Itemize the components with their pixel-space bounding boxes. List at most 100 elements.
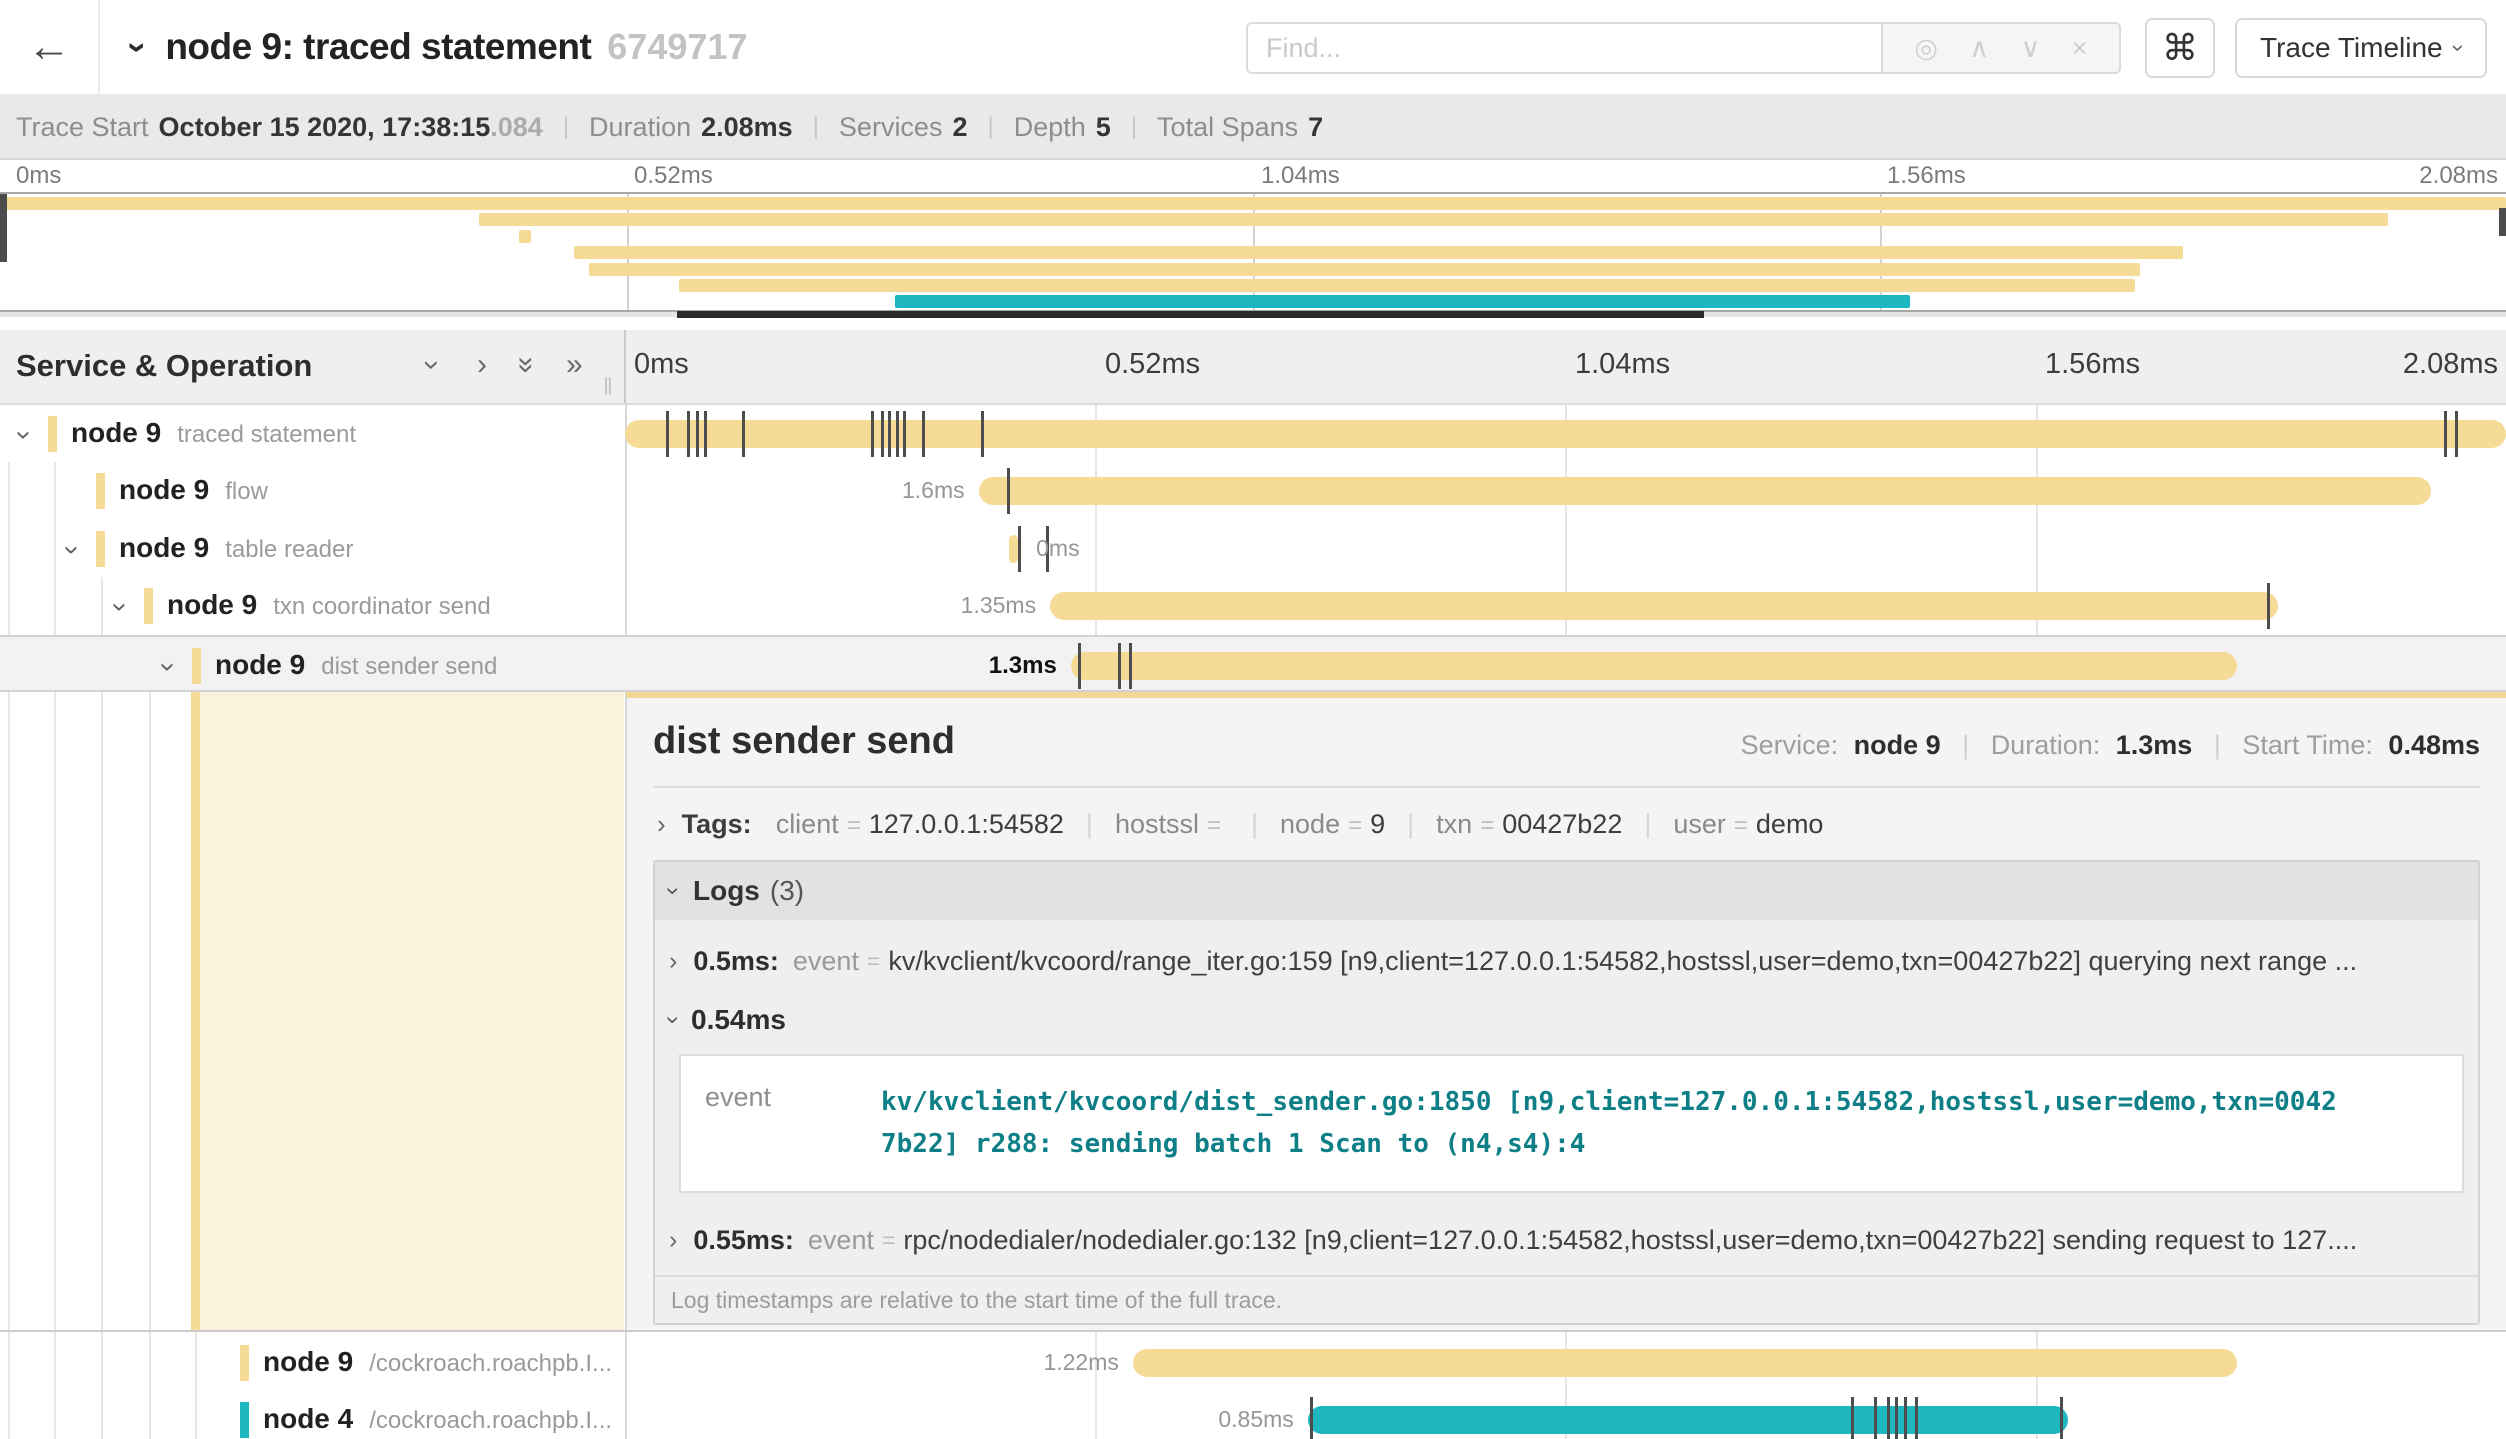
axis-tick-2: 1.04ms <box>1575 348 1670 381</box>
tags-accordion[interactable]: › Tags: client=127.0.0.1:54582|hostssl=|… <box>653 788 2480 860</box>
keyboard-shortcuts-button[interactable]: ⌘ <box>2145 18 2215 78</box>
trace-id-short: 6749717 <box>607 26 747 68</box>
span-detail-panel: dist sender send Service: node 9 | Durat… <box>625 692 2506 1330</box>
log-marker-tick <box>871 411 874 457</box>
tag-item: node=9 <box>1280 809 1385 840</box>
back-button[interactable]: ← <box>0 0 100 94</box>
span-operation-name: dist sender send <box>321 653 497 680</box>
minimap-span-bar <box>479 213 2389 226</box>
axis-tick-1: 0.52ms <box>1105 348 1200 381</box>
locate-match-icon[interactable]: ◎ <box>1914 33 1938 64</box>
minimap-right-drag-handle[interactable] <box>2499 208 2506 236</box>
logs-accordion-header[interactable]: › Logs (3) <box>655 862 2478 920</box>
log-marker-tick <box>1904 1397 1907 1439</box>
column-resizer-grip[interactable]: ‖ <box>603 374 615 402</box>
span-duration-bar[interactable] <box>1009 535 1018 563</box>
span-detail-header: dist sender send Service: node 9 | Durat… <box>653 698 2480 788</box>
expander-chevron-icon[interactable]: › <box>9 430 41 439</box>
summary-item-value: 2.08ms <box>701 112 793 143</box>
span-duration-bar[interactable] <box>1308 1406 2068 1434</box>
expand-deep-icon[interactable]: » <box>566 348 583 382</box>
span-duration-label: 1.22ms <box>1043 1334 1118 1391</box>
log-marker-tick <box>881 411 884 457</box>
log-entry-expanded-header[interactable]: › 0.54ms <box>655 992 2478 1048</box>
span-row-traced-statement[interactable]: › node 9traced statement <box>0 405 2506 462</box>
span-color-bar <box>96 531 105 567</box>
span-row--cockroach-roachpb-i-[interactable]: node 9/cockroach.roachpb.I... 1.22ms <box>0 1334 2506 1391</box>
span-row-flow[interactable]: node 9flow1.6ms <box>0 462 2506 519</box>
span-service-name: node 9traced statement <box>71 417 356 449</box>
expander-chevron-icon[interactable]: › <box>153 662 185 671</box>
span-duration-bar[interactable] <box>1050 592 2278 620</box>
span-rows-top: ›node 9traced statementnode 9flow1.6ms›n… <box>0 405 2506 692</box>
span-row--cockroach-roachpb-i-[interactable]: node 4/cockroach.roachpb.I... 0.85ms <box>0 1391 2506 1439</box>
minimap-axis-label: 1.56ms <box>1887 162 1966 190</box>
summary-item-label: Services <box>839 112 943 143</box>
span-operation-name: flow <box>225 478 268 505</box>
service-label: Service: <box>1741 730 1839 760</box>
start-time-label: Start Time: <box>2242 730 2373 760</box>
start-time-value: 0.48ms <box>2388 730 2480 760</box>
trace-view-select[interactable]: Trace Timeline › <box>2235 18 2487 78</box>
span-service-name: node 4/cockroach.roachpb.I... <box>263 1403 612 1435</box>
top-bar: ← › node 9: traced statement 6749717 ◎ ∧… <box>0 0 2506 96</box>
tree-guide-line <box>101 692 103 1330</box>
summary-item-suffix: .084 <box>490 112 543 143</box>
selected-span-expanded-region <box>200 692 624 1330</box>
tag-value: 00427b22 <box>1502 809 1622 839</box>
expander-chevron-icon[interactable]: › <box>105 603 137 612</box>
prev-match-icon[interactable]: ∧ <box>1969 33 1989 64</box>
log-marker-tick <box>2267 583 2270 629</box>
span-row-dist-sender-send[interactable]: ›node 9dist sender send1.3ms <box>0 635 2506 692</box>
duration-label: Duration: <box>1991 730 2101 760</box>
log-marker-tick <box>922 411 925 457</box>
span-color-bar <box>48 416 57 452</box>
summary-item-value: October 15 2020, 17:38:15 <box>159 112 491 143</box>
tag-item: hostssl= <box>1115 809 1229 840</box>
chevron-down-icon: › <box>659 887 687 895</box>
column-divider[interactable] <box>624 330 626 403</box>
service-value: node 9 <box>1854 730 1941 760</box>
span-duration-bar[interactable] <box>1071 652 2237 680</box>
span-duration-bar[interactable] <box>1133 1349 2237 1377</box>
find-input[interactable] <box>1246 22 1881 74</box>
clear-find-icon[interactable]: × <box>2072 33 2088 64</box>
axis-tick-3: 1.56ms <box>2045 348 2140 381</box>
log-entry-collapsed[interactable]: › 0.55ms: event = rpc/nodedialer/nodedia… <box>655 1209 2478 1271</box>
log-marker-tick <box>1018 526 1021 572</box>
span-duration-bar[interactable] <box>979 477 2431 505</box>
next-match-icon[interactable]: ∨ <box>2021 33 2041 64</box>
span-duration-bar[interactable] <box>625 420 2506 448</box>
trace-collapse-chevron-icon[interactable]: › <box>118 41 157 52</box>
log-entry-collapsed[interactable]: › 0.5ms: event = kv/kvclient/kvcoord/ran… <box>655 930 2478 992</box>
log-marker-tick <box>981 411 984 457</box>
span-row-table-reader[interactable]: ›node 9table reader0ms <box>0 520 2506 577</box>
tag-key: hostssl <box>1115 809 1199 839</box>
collapse-deep-icon[interactable]: » <box>509 357 543 374</box>
axis-tick-0: 0ms <box>634 348 689 381</box>
span-color-bar <box>144 588 153 624</box>
trace-summary-bar: Trace StartOctober 15 2020, 17:38:15.084… <box>0 96 2506 160</box>
span-timeline-cell: 1.35ms <box>625 577 2506 634</box>
minimap-span-bar <box>519 230 532 243</box>
span-operation-name: table reader <box>225 536 353 563</box>
event-field-value: kv/kvclient/kvcoord/dist_sender.go:1850 … <box>881 1082 2341 1165</box>
span-detail-stats: Service: node 9 | Duration: 1.3ms | Star… <box>1741 730 2480 761</box>
span-duration-label: 0.85ms <box>1218 1391 1293 1439</box>
minimap-canvas[interactable] <box>0 192 2506 312</box>
minimap-scroll-thumb[interactable] <box>677 311 1704 318</box>
expander-chevron-icon[interactable]: › <box>57 545 89 554</box>
span-timeline-cell: 1.22ms <box>625 1334 2506 1391</box>
log-time: 0.54ms <box>691 1004 786 1036</box>
collapse-all-icon[interactable]: › <box>415 360 449 370</box>
span-rows-bottom: node 9/cockroach.roachpb.I...1.22msnode … <box>0 1330 2506 1439</box>
log-marker-tick <box>1851 1397 1854 1439</box>
tag-value: demo <box>1756 809 1824 839</box>
minimap-span-bar <box>895 295 1910 308</box>
log-marker-tick <box>2444 411 2447 457</box>
span-service-name: node 9/cockroach.roachpb.I... <box>263 1346 612 1378</box>
span-row-txn-coordinator-send[interactable]: ›node 9txn coordinator send1.35ms <box>0 577 2506 634</box>
expand-all-icon[interactable]: › <box>477 348 487 382</box>
minimap-left-drag-handle[interactable] <box>0 194 7 262</box>
tags-label: Tags: <box>682 809 752 840</box>
